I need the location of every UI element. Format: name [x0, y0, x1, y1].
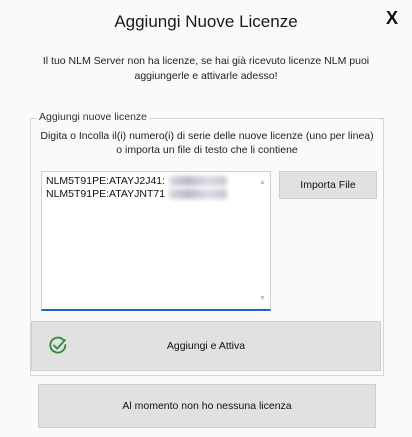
license-serial: NLM5T91PE:ATAYJ2J41:	[46, 175, 166, 187]
instructions-line-2: o importa un file di testo che li contie…	[116, 144, 298, 156]
license-serial: NLM5T91PE:ATAYJNT71	[46, 188, 166, 200]
add-licenses-dialog: Aggiungi Nuove Licenze X Il tuo NLM Serv…	[0, 0, 412, 437]
intro-line-2: aggiungerle e attivarle adesso!	[134, 70, 278, 82]
import-file-button[interactable]: Importa File	[279, 171, 377, 199]
instructions-line-1: Digita o Incolla il(i) numero(i) di seri…	[40, 130, 374, 142]
no-license-button[interactable]: Al momento non ho nessuna licenza	[38, 384, 376, 428]
redacted-key	[169, 176, 228, 187]
redacted-key	[169, 189, 228, 200]
license-line: NLM5T91PE:ATAYJ2J41:	[46, 175, 266, 188]
dialog-title: Aggiungi Nuove Licenze	[114, 12, 298, 31]
group-legend: Aggiungi nuove licenze	[37, 111, 149, 123]
serial-numbers-textarea[interactable]: NLM5T91PE:ATAYJ2J41: NLM5T91PE:ATAYJNT71…	[41, 171, 271, 311]
scroll-down-icon[interactable]: ▼	[259, 292, 266, 305]
intro-line-1: Il tuo NLM Server non ha licenze, se hai…	[42, 55, 370, 67]
intro-text: Il tuo NLM Server non ha licenze, se hai…	[30, 54, 382, 84]
add-and-activate-label: Aggiungi e Attiva	[166, 340, 246, 352]
group-instructions: Digita o Incolla il(i) numero(i) di seri…	[31, 129, 383, 157]
scroll-up-icon[interactable]: ▲	[259, 176, 266, 189]
add-licenses-group: Aggiungi nuove licenze Digita o Incolla …	[30, 111, 384, 376]
check-circle-icon	[49, 336, 67, 354]
close-icon[interactable]: X	[386, 8, 398, 29]
license-line: NLM5T91PE:ATAYJNT71	[46, 188, 266, 201]
textarea-scrollbar[interactable]: ▲ ▼	[256, 172, 270, 309]
add-and-activate-button[interactable]: Aggiungi e Attiva	[31, 321, 381, 371]
